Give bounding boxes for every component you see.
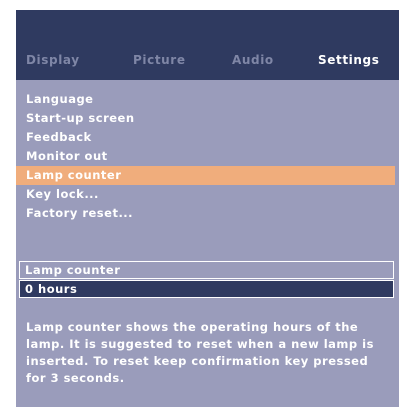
tab-settings[interactable]: Settings <box>318 53 379 67</box>
lamp-counter-info-box: Lamp counter 0 hours <box>19 261 394 298</box>
menu-item-lamp-counter[interactable]: Lamp counter <box>16 166 395 185</box>
tab-bar: Display Picture Audio Settings <box>16 10 399 80</box>
tab-display[interactable]: Display <box>26 53 80 67</box>
help-text: Lamp counter shows the operating hours o… <box>26 320 374 385</box>
settings-menu: Language Start-up screen Feedback Monito… <box>16 90 399 223</box>
info-title: Lamp counter <box>19 261 394 279</box>
info-value: 0 hours <box>19 280 394 298</box>
menu-item-feedback[interactable]: Feedback <box>16 128 399 147</box>
tab-picture[interactable]: Picture <box>133 53 186 67</box>
menu-item-factory-reset[interactable]: Factory reset... <box>16 204 399 223</box>
osd-menu-panel: Display Picture Audio Settings Language … <box>16 10 399 407</box>
tab-audio[interactable]: Audio <box>232 53 274 67</box>
menu-item-monitor-out[interactable]: Monitor out <box>16 147 399 166</box>
menu-item-language[interactable]: Language <box>16 90 399 109</box>
menu-item-key-lock[interactable]: Key lock... <box>16 185 399 204</box>
menu-item-start-up-screen[interactable]: Start-up screen <box>16 109 399 128</box>
